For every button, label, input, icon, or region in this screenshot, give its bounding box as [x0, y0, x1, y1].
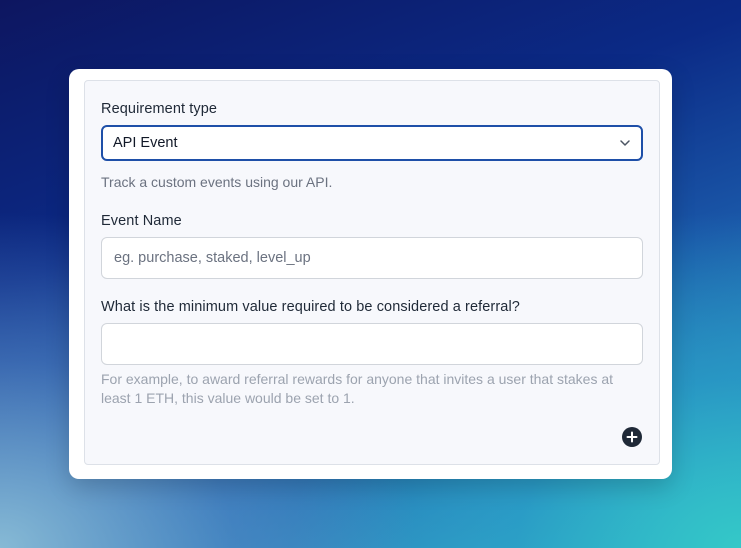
minimum-value-label: What is the minimum value required to be…: [101, 299, 520, 315]
minimum-value-help: For example, to award referral rewards f…: [101, 371, 614, 406]
chevron-down-icon: [620, 140, 630, 146]
page-background: { "requirement": { "label": "Requirement…: [0, 0, 741, 548]
event-name-input[interactable]: [101, 237, 643, 279]
plus-circle-icon: [626, 431, 638, 443]
add-requirement-button[interactable]: [622, 427, 642, 447]
event-name-label: Event Name: [101, 213, 182, 229]
modal-card: Requirement type API Event Track a custo…: [69, 69, 672, 479]
requirement-type-select[interactable]: API Event: [101, 125, 643, 161]
requirement-type-label: Requirement type: [101, 101, 218, 117]
requirement-panel: Requirement type API Event Track a custo…: [84, 80, 660, 465]
minimum-value-input[interactable]: [101, 323, 643, 365]
requirement-type-value: API Event: [113, 135, 178, 151]
requirement-type-description: Track a custom events using our API.: [101, 174, 333, 190]
